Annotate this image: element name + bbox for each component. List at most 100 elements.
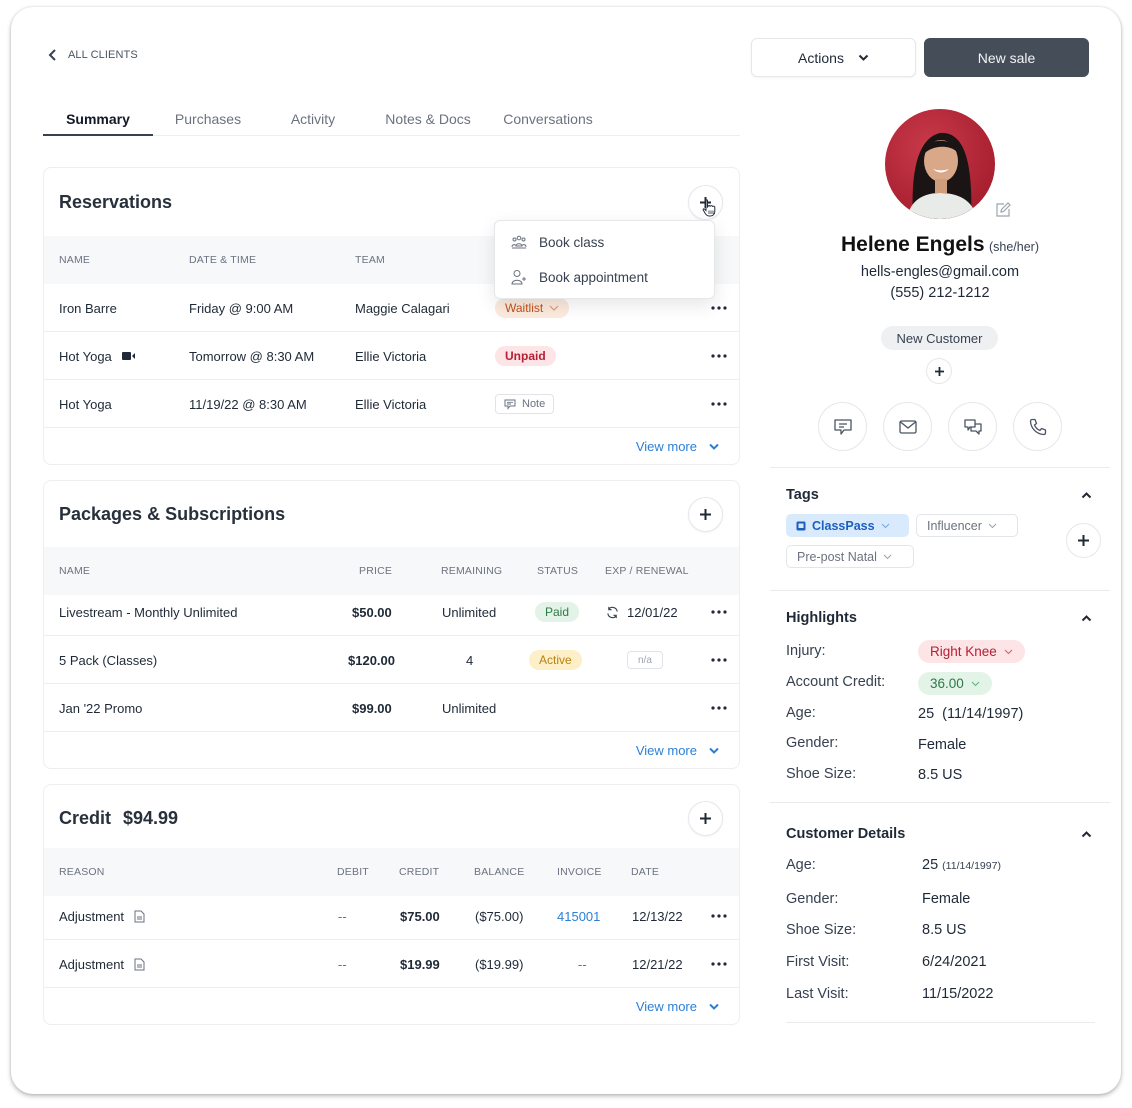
tag-classpass[interactable]: ClassPass (786, 514, 909, 537)
tab-conversations[interactable]: Conversations (493, 104, 603, 136)
tag-pre-post-natal[interactable]: Pre-post Natal (786, 545, 914, 568)
column-header: DEBIT (337, 866, 369, 878)
table-row[interactable]: 5 Pack (Classes) $120.00 4 Active n/a (44, 636, 739, 684)
plus-icon (1078, 535, 1089, 546)
tag-label: Pre-post Natal (797, 549, 877, 564)
invoice-link[interactable]: 415001 (557, 892, 600, 940)
collapse-highlights-icon[interactable] (1081, 614, 1092, 622)
credit-debit: -- (338, 956, 347, 972)
row-more-options-button[interactable] (711, 380, 727, 428)
add-package-button[interactable] (688, 497, 723, 532)
age-value: 25 (922, 857, 939, 873)
add-credit-button[interactable] (688, 801, 723, 836)
new-sale-button[interactable]: New sale (924, 38, 1089, 77)
column-header: REASON (59, 866, 105, 878)
menu-item-book-appointment[interactable]: Book appointment (511, 269, 648, 285)
table-row[interactable]: Jan '22 Promo $99.00 Unlimited (44, 684, 739, 732)
package-name: Livestream - Monthly Unlimited (59, 604, 238, 620)
client-name-line: Helene Engels (she/her) (770, 233, 1110, 257)
shoe-size-label: Shoe Size: (786, 766, 857, 782)
row-more-options-button[interactable] (711, 684, 727, 732)
add-reservation-menu: Book class Book appointment (494, 220, 715, 299)
reservation-datetime: Friday @ 9:00 AM (189, 300, 294, 316)
more-horizontal-icon (711, 962, 727, 966)
group-icon (511, 235, 527, 249)
column-header: BALANCE (474, 866, 525, 878)
chevron-down-icon (971, 681, 980, 686)
reservation-datetime: 11/19/22 @ 8:30 AM (189, 396, 307, 412)
add-tag-button[interactable] (1066, 523, 1101, 558)
credit-table-header: REASON DEBIT CREDIT BALANCE INVOICE DATE (44, 848, 739, 896)
account-credit-dropdown[interactable]: 36.00 (918, 672, 992, 695)
credit-credit: $75.00 (400, 908, 440, 924)
tag-label: Influencer (927, 518, 982, 533)
divider (770, 467, 1110, 468)
chevron-down-icon (709, 747, 719, 754)
table-row[interactable]: Hot Yoga Tomorrow @ 8:30 AM Ellie Victor… (44, 332, 739, 380)
add-label-button[interactable] (926, 358, 952, 384)
menu-item-label: Book appointment (539, 269, 648, 285)
note-badge[interactable]: Note (495, 394, 555, 414)
menu-item-book-class[interactable]: Book class (511, 234, 604, 250)
renewal-na-badge: n/a (627, 651, 663, 669)
edit-avatar-icon[interactable] (995, 202, 1011, 218)
reservations-view-more-link[interactable]: View more (636, 439, 719, 454)
actions-dropdown-button[interactable]: Actions (751, 38, 916, 77)
chevron-down-icon (1004, 649, 1013, 654)
back-label: ALL CLIENTS (68, 49, 138, 61)
send-sms-button[interactable] (818, 402, 867, 451)
tab-purchases[interactable]: Purchases (153, 104, 263, 136)
collapse-tags-icon[interactable] (1081, 491, 1092, 499)
credit-view-more-link[interactable]: View more (636, 999, 719, 1014)
row-more-options-button[interactable] (711, 332, 727, 380)
plus-icon (700, 509, 711, 520)
status-badge-waitlist[interactable]: Waitlist (495, 298, 570, 318)
tab-notes-docs[interactable]: Notes & Docs (363, 104, 493, 136)
injury-dropdown[interactable]: Right Knee (918, 640, 1025, 663)
client-phone: (555) 212-1212 (890, 285, 990, 301)
row-more-options-button[interactable] (711, 940, 727, 988)
divider (786, 1022, 1095, 1023)
table-row[interactable]: Hot Yoga 11/19/22 @ 8:30 AM Ellie Victor… (44, 380, 739, 428)
packages-view-more-link[interactable]: View more (636, 743, 719, 758)
classpass-logo-icon (796, 521, 806, 530)
status-badge-paid: Paid (535, 602, 580, 622)
start-chat-button[interactable] (948, 402, 997, 451)
chevron-down-icon (988, 523, 997, 528)
table-row[interactable]: Adjustment -- $75.00 ($75.00) 415001 12/… (44, 892, 739, 940)
injury-value: Right Knee (930, 644, 997, 659)
customer-details-title: Customer Details (786, 826, 906, 842)
status-badge-unpaid[interactable]: Unpaid (495, 346, 556, 366)
column-header: NAME (59, 254, 91, 266)
back-to-all-clients-link[interactable]: ALL CLIENTS (48, 49, 138, 61)
send-email-button[interactable] (883, 402, 932, 451)
phone-icon (1029, 418, 1046, 435)
reservation-name: Iron Barre (59, 300, 117, 316)
reservation-team: Maggie Calagari (355, 300, 450, 316)
row-more-options-button[interactable] (711, 588, 727, 636)
column-header: DATE & TIME (189, 254, 257, 266)
status-label: Waitlist (505, 301, 544, 315)
chevron-down-icon (881, 523, 889, 528)
row-more-options-button[interactable] (711, 636, 727, 684)
add-person-icon (511, 270, 526, 285)
reservation-name: Hot Yoga (59, 396, 112, 412)
reservation-team: Ellie Victoria (355, 396, 427, 412)
call-button[interactable] (1013, 402, 1062, 451)
gender-value: Female (918, 737, 967, 753)
table-row[interactable]: Adjustment -- $19.99 ($19.99) -- 12/21/2… (44, 940, 739, 988)
divider (770, 590, 1110, 591)
column-header: CREDIT (399, 866, 440, 878)
tag-influencer[interactable]: Influencer (916, 514, 1018, 537)
chevron-down-icon (858, 54, 869, 61)
row-more-options-button[interactable] (711, 892, 727, 940)
note-label: Note (522, 398, 546, 410)
client-email: hells-engles@gmail.com (860, 264, 1020, 280)
gender-label: Gender: (786, 735, 839, 751)
tab-summary[interactable]: Summary (43, 104, 153, 136)
tab-activity[interactable]: Activity (263, 104, 363, 136)
sms-icon (833, 418, 852, 435)
package-name: 5 Pack (Classes) (59, 652, 158, 668)
collapse-customer-details-icon[interactable] (1081, 830, 1092, 838)
table-row[interactable]: Livestream - Monthly Unlimited $50.00 Un… (44, 588, 739, 636)
